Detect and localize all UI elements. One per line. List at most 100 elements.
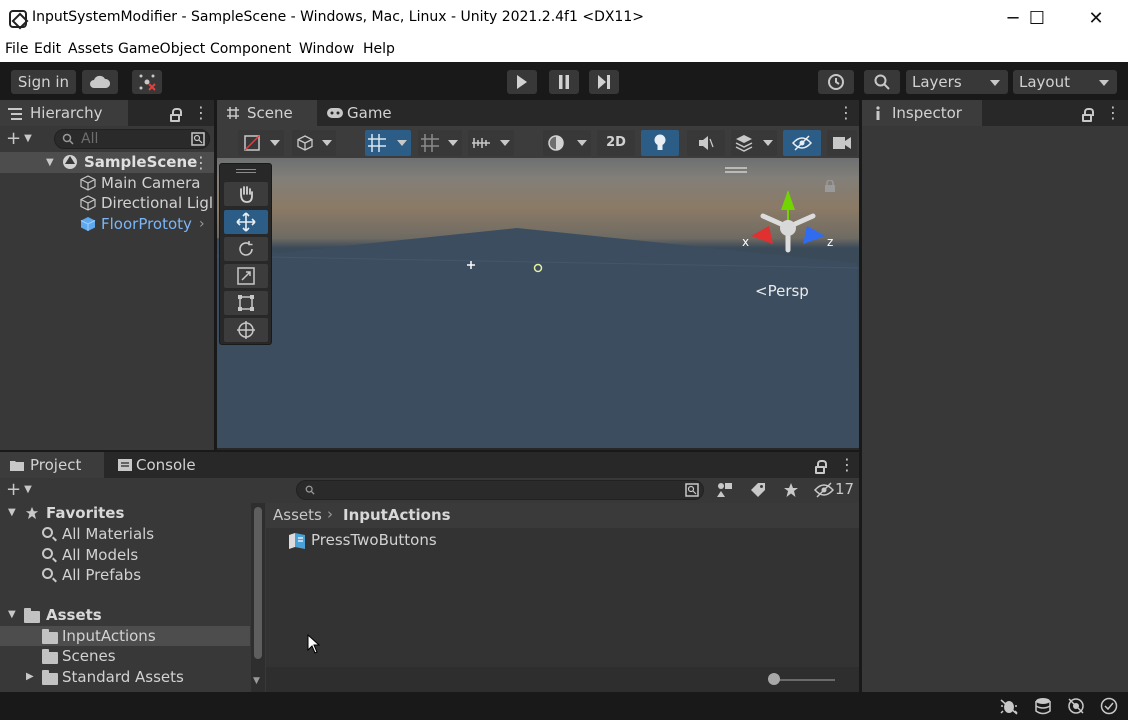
kebab-menu-icon[interactable] bbox=[1105, 103, 1121, 122]
check-circle-icon[interactable] bbox=[1100, 697, 1118, 715]
icon-size-slider-thumb[interactable] bbox=[768, 673, 780, 685]
lock-icon[interactable] bbox=[170, 108, 182, 122]
scene-viewport[interactable]: x z <Persp bbox=[217, 158, 859, 448]
favorites-item-all-prefabs[interactable]: All Prefabs bbox=[0, 565, 250, 585]
tree-favorites-row[interactable]: ▼ Favorites bbox=[0, 503, 250, 523]
filter-by-type-icon[interactable] bbox=[716, 482, 734, 498]
asset-item-presstwobuttons[interactable]: PressTwoButtons bbox=[266, 531, 566, 551]
favorite-star-icon[interactable] bbox=[783, 482, 799, 498]
cloud-button[interactable] bbox=[82, 70, 118, 94]
camera-settings-button[interactable] bbox=[827, 130, 857, 156]
kebab-menu-icon[interactable] bbox=[839, 455, 855, 474]
breadcrumb-assets[interactable]: Assets bbox=[273, 506, 322, 524]
layout-dropdown[interactable]: Layout bbox=[1013, 70, 1117, 94]
filter-by-label-icon[interactable] bbox=[750, 482, 766, 498]
chevron-right-icon[interactable]: › bbox=[199, 214, 205, 235]
icon-size-slider-track[interactable] bbox=[771, 679, 835, 681]
projection-label[interactable]: <Persp bbox=[755, 282, 809, 300]
menu-assets[interactable]: Assets bbox=[68, 41, 114, 57]
scale-tool-button[interactable] bbox=[224, 264, 268, 288]
move-tool-button[interactable] bbox=[224, 210, 268, 234]
search-options-icon[interactable] bbox=[685, 483, 699, 497]
search-options-icon[interactable] bbox=[191, 132, 205, 146]
pause-button[interactable] bbox=[549, 70, 579, 94]
hierarchy-scene-row[interactable]: ▼ SampleScene bbox=[0, 152, 214, 173]
menu-help[interactable]: Help bbox=[363, 41, 395, 57]
layers-dropdown[interactable]: Layers bbox=[906, 70, 1008, 94]
rotate-tool-button[interactable] bbox=[224, 237, 268, 261]
menu-window[interactable]: Window bbox=[299, 41, 354, 57]
scroll-down-arrow-icon[interactable]: ▼ bbox=[253, 676, 260, 686]
create-button[interactable]: + ▼ bbox=[6, 130, 44, 148]
tab-scene[interactable]: Scene bbox=[217, 100, 317, 126]
increment-snap-dropdown[interactable] bbox=[418, 130, 462, 156]
kebab-menu-icon[interactable] bbox=[193, 103, 209, 122]
auto-generate-lighting-icon[interactable] bbox=[1067, 697, 1085, 715]
hierarchy-item-main-camera[interactable]: Main Camera bbox=[0, 173, 214, 194]
scene-visibility-toggle[interactable] bbox=[783, 130, 821, 156]
tree-scrollbar-thumb[interactable] bbox=[254, 507, 262, 659]
favorites-item-all-models[interactable]: All Models bbox=[0, 545, 250, 565]
tab-console[interactable]: Console bbox=[108, 452, 208, 478]
tree-scrollbar[interactable]: ▼ bbox=[251, 503, 265, 692]
mouse-cursor-icon bbox=[307, 634, 321, 654]
kebab-menu-icon[interactable] bbox=[193, 152, 209, 173]
chevron-left-icon: < bbox=[755, 282, 768, 300]
create-asset-button[interactable]: + ▼ bbox=[6, 481, 44, 499]
lock-icon[interactable] bbox=[1082, 108, 1094, 122]
maximize-button[interactable]: ☐ bbox=[1014, 0, 1060, 38]
shading-dropdown[interactable] bbox=[292, 130, 336, 156]
hidden-packages-toggle[interactable]: 17 bbox=[814, 480, 856, 500]
tree-folder-inputactions[interactable]: InputActions bbox=[0, 626, 250, 646]
ruler-dropdown[interactable] bbox=[468, 130, 514, 156]
play-button[interactable] bbox=[507, 70, 537, 94]
effects-dropdown[interactable] bbox=[731, 130, 777, 156]
sign-in-button[interactable]: Sign in bbox=[11, 70, 76, 94]
transform-tool-button[interactable] bbox=[224, 318, 268, 342]
overlay-drag-handle-icon[interactable] bbox=[236, 169, 256, 173]
tab-game[interactable]: Game bbox=[321, 100, 401, 126]
cube-icon bbox=[297, 135, 313, 151]
eye-slash-icon bbox=[814, 482, 834, 498]
tab-project[interactable]: Project bbox=[0, 452, 104, 478]
collab-button[interactable] bbox=[132, 70, 162, 94]
close-button[interactable]: ✕ bbox=[1073, 0, 1119, 38]
audio-toggle[interactable] bbox=[687, 130, 725, 156]
menu-component[interactable]: Component bbox=[210, 41, 291, 57]
orientation-gizmo[interactable] bbox=[743, 188, 833, 268]
menu-gameobject[interactable]: GameObject bbox=[118, 41, 205, 57]
project-search-field[interactable] bbox=[296, 480, 704, 500]
breadcrumb-inputactions[interactable]: InputActions bbox=[343, 506, 451, 524]
folder-icon bbox=[42, 649, 58, 664]
favorites-label: Favorites bbox=[46, 504, 125, 522]
tree-folder-scenes[interactable]: Scenes bbox=[0, 646, 250, 666]
tab-hierarchy[interactable]: Hierarchy bbox=[0, 100, 128, 126]
rect-tool-button[interactable] bbox=[224, 291, 268, 315]
hierarchy-item-floor-prototype[interactable]: FloorPrototy › bbox=[0, 214, 214, 235]
debug-bug-icon[interactable] bbox=[1000, 697, 1018, 715]
tree-assets-row[interactable]: ▼ Assets bbox=[0, 605, 250, 625]
hand-tool-button[interactable] bbox=[224, 182, 268, 206]
kebab-menu-icon[interactable] bbox=[838, 103, 854, 122]
lock-icon[interactable] bbox=[815, 460, 827, 474]
menu-edit[interactable]: Edit bbox=[34, 41, 61, 57]
drag-handle-icon[interactable] bbox=[725, 167, 747, 173]
tab-inspector[interactable]: Inspector bbox=[862, 100, 982, 126]
search-button[interactable] bbox=[864, 70, 900, 94]
folder-label: Scenes bbox=[62, 647, 116, 665]
step-button[interactable] bbox=[589, 70, 619, 94]
2d-toggle[interactable]: 2D bbox=[597, 130, 635, 156]
cache-server-icon[interactable] bbox=[1034, 697, 1052, 715]
lighting-toggle[interactable] bbox=[641, 130, 679, 156]
menu-file[interactable]: File bbox=[5, 41, 28, 57]
hierarchy-item-label: FloorPrototy bbox=[101, 215, 192, 233]
hierarchy-search-field[interactable]: All bbox=[54, 129, 210, 149]
favorites-item-all-materials[interactable]: All Materials bbox=[0, 524, 250, 544]
history-button[interactable] bbox=[818, 70, 854, 94]
hierarchy-item-directional-light[interactable]: Directional Ligl bbox=[0, 193, 214, 214]
render-mode-dropdown[interactable] bbox=[543, 130, 591, 156]
grid-snap-toggle[interactable] bbox=[365, 130, 411, 156]
draw-mode-dropdown[interactable] bbox=[238, 130, 284, 156]
eye-slash-icon bbox=[792, 135, 812, 151]
tree-folder-standard-assets[interactable]: ▶ Standard Assets bbox=[0, 667, 250, 687]
